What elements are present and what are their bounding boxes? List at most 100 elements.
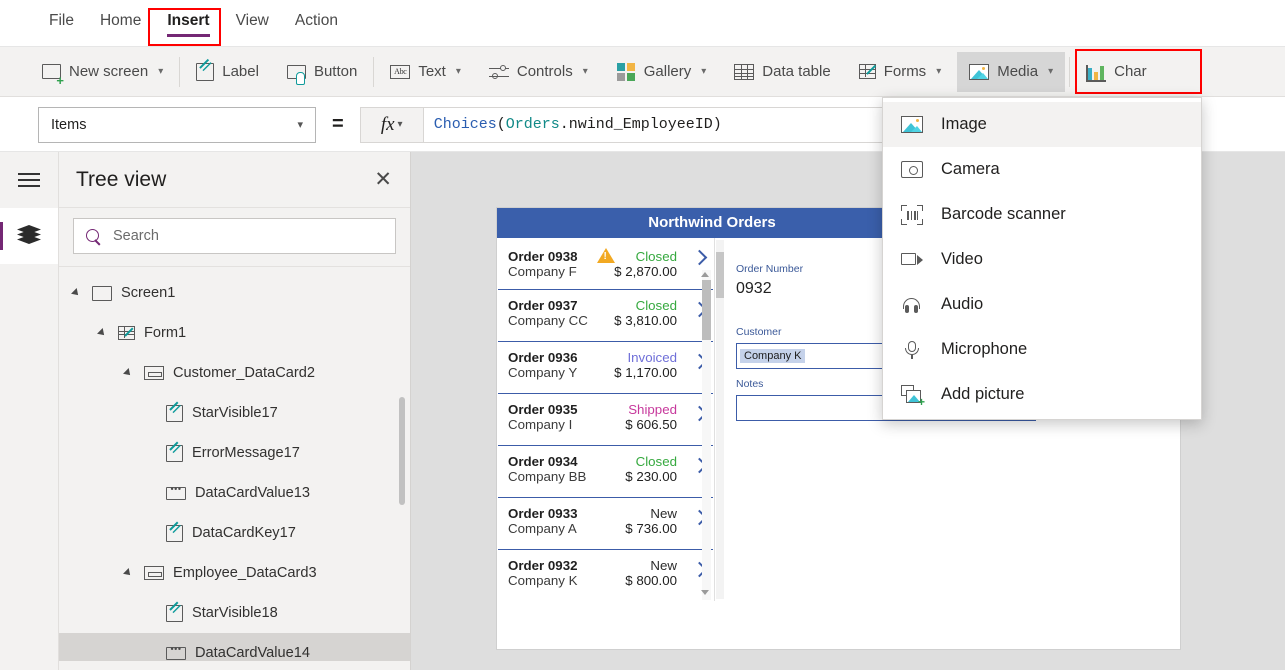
tree-view-scrollbar[interactable] (399, 397, 405, 505)
button-icon (286, 64, 306, 85)
menu-item-file[interactable]: File (36, 0, 87, 47)
search-box[interactable] (73, 218, 396, 254)
ribbon-forms[interactable]: Forms ▾ (847, 52, 954, 92)
ribbon-media[interactable]: Media ▾ (957, 51, 1066, 92)
tree-node-datacardkey17[interactable]: DataCardKey17 (59, 513, 410, 553)
tree-node-label: ErrorMessage17 (192, 445, 300, 461)
menu-item-label: Add picture (941, 385, 1025, 403)
customer-pill: Company K (740, 349, 806, 363)
tree-node-employee-datacard3[interactable]: Employee_DataCard3 (59, 553, 410, 593)
tree-node-datacardvalue14[interactable]: DataCardValue14 (59, 633, 410, 661)
search-icon (86, 228, 101, 244)
menu-item-insert[interactable]: Insert (154, 0, 222, 47)
tree-node-label: DataCardValue14 (195, 645, 310, 661)
tree-view-rail-button[interactable] (0, 208, 58, 264)
scroll-up-icon[interactable] (701, 272, 709, 277)
gallery-scrollbar-thumb[interactable] (702, 280, 711, 340)
ribbon-label: Data table (762, 63, 831, 80)
gallery-row[interactable]: Order 0934 Closed Company BB $ 230.00 (498, 446, 713, 498)
menu-item-add-picture[interactable]: + Add picture (883, 372, 1201, 417)
ribbon-label: New screen (69, 63, 149, 80)
hamburger-icon (18, 169, 40, 190)
media-picture-icon (969, 63, 990, 80)
company-name: Company I (508, 417, 573, 432)
tree-node-starvisible18[interactable]: StarVisible18 (59, 593, 410, 633)
tree-node-label: Form1 (144, 325, 187, 341)
expand-caret-icon[interactable] (125, 568, 135, 578)
detail-scrollbar-thumb[interactable] (716, 252, 724, 298)
tree-node-list[interactable]: Screen1 Form1 Customer_DataCard2 StarVis… (59, 267, 410, 661)
order-amount: $ 3,810.00 (614, 313, 677, 328)
screen-icon (92, 285, 112, 301)
ribbon-label[interactable]: Label (184, 52, 271, 92)
gallery-row[interactable]: Order 0937 Closed Company CC $ 3,810.00 (498, 290, 713, 342)
expand-caret-icon[interactable] (125, 368, 135, 378)
company-name: Company CC (508, 313, 588, 328)
equals-sign: = (332, 113, 344, 135)
scroll-down-icon[interactable] (701, 590, 709, 595)
ribbon-charts[interactable]: Char (1074, 52, 1159, 92)
menu-item-audio[interactable]: Audio (883, 282, 1201, 327)
tree-node-form1[interactable]: Form1 (59, 313, 410, 353)
menu-item-image[interactable]: Image (883, 102, 1201, 147)
ribbon-label: Button (313, 63, 358, 80)
ribbon-button[interactable]: Button (275, 52, 369, 92)
microphone-icon (901, 340, 923, 360)
tree-node-datacardvalue13[interactable]: DataCardValue13 (59, 473, 410, 513)
formula-token-field: .nwind_EmployeeID) (559, 116, 722, 133)
order-status: New (650, 506, 677, 521)
tree-node-starvisible17[interactable]: StarVisible17 (59, 393, 410, 433)
ribbon-label: Char (1114, 63, 1147, 80)
chevron-down-icon: ▾ (936, 66, 942, 77)
menu-item-view[interactable]: View (223, 0, 282, 47)
expand-caret-icon[interactable] (99, 328, 109, 338)
gallery-row[interactable]: Order 0932 New Company K $ 800.00 (498, 550, 713, 601)
gallery-row[interactable]: Order 0933 New Company A $ 736.00 (498, 498, 713, 550)
order-id: Order 0937 (508, 298, 578, 313)
menu-item-microphone[interactable]: Microphone (883, 327, 1201, 372)
chevron-down-icon: ▾ (701, 66, 707, 77)
company-name: Company A (508, 521, 577, 536)
gallery-row[interactable]: Order 0936 Invoiced Company Y $ 1,170.00 (498, 342, 713, 394)
charts-icon (1086, 62, 1107, 82)
orders-gallery[interactable]: Order 0938 Closed Company F $ 2,870.00 O… (498, 238, 713, 601)
ribbon-data-table[interactable]: Data table (722, 52, 842, 92)
gallery-row[interactable]: Order 0935 Shipped Company I $ 606.50 (498, 394, 713, 446)
active-tab-underline (167, 34, 210, 37)
chevron-down-icon: ▾ (582, 66, 588, 77)
hamburger-menu-button[interactable] (0, 152, 58, 208)
ribbon-new-screen[interactable]: New screen ▾ (30, 52, 175, 92)
tree-node-label: Screen1 (121, 285, 176, 301)
order-id: Order 0936 (508, 350, 578, 365)
menu-item-video[interactable]: Video (883, 237, 1201, 282)
label-icon (196, 62, 215, 81)
close-icon[interactable]: ✕ (374, 169, 392, 190)
ribbon-gallery[interactable]: Gallery ▾ (604, 52, 719, 92)
layers-icon (17, 225, 41, 246)
fx-button[interactable]: fx ▾ (359, 106, 424, 143)
property-selector-value: Items (51, 116, 87, 133)
order-amount: $ 606.50 (625, 417, 677, 432)
menu-item-home[interactable]: Home (87, 0, 154, 47)
property-selector[interactable]: Items ▾ (38, 106, 316, 143)
menu-item-camera[interactable]: Camera (883, 147, 1201, 192)
ribbon-text[interactable]: Abc Text ▾ (378, 52, 473, 92)
dropdown-icon (166, 644, 186, 660)
active-indicator-bar (0, 222, 3, 250)
formula-token-paren: ( (496, 116, 506, 133)
search-input[interactable] (111, 227, 383, 245)
formula-input[interactable]: Choices(Orders .nwind_EmployeeID) (423, 106, 894, 143)
barcode-scanner-icon (901, 204, 923, 225)
gallery-row[interactable]: Order 0938 Closed Company F $ 2,870.00 (498, 238, 713, 290)
menu-item-action[interactable]: Action (282, 0, 351, 47)
menu-item-barcode-scanner[interactable]: Barcode scanner (883, 192, 1201, 237)
media-dropdown-menu[interactable]: Image Camera Barcode scanner Video Audio… (882, 97, 1202, 420)
tree-node-screen1[interactable]: Screen1 (59, 273, 410, 313)
tree-node-customer-datacard2[interactable]: Customer_DataCard2 (59, 353, 410, 393)
chevron-down-icon: ▾ (455, 66, 461, 77)
ribbon-controls[interactable]: Controls ▾ (477, 52, 600, 92)
tree-node-errormessage17[interactable]: ErrorMessage17 (59, 433, 410, 473)
chevron-down-icon: ▾ (1048, 66, 1054, 77)
expand-caret-icon[interactable] (73, 288, 83, 298)
order-amount: $ 736.00 (625, 521, 677, 536)
